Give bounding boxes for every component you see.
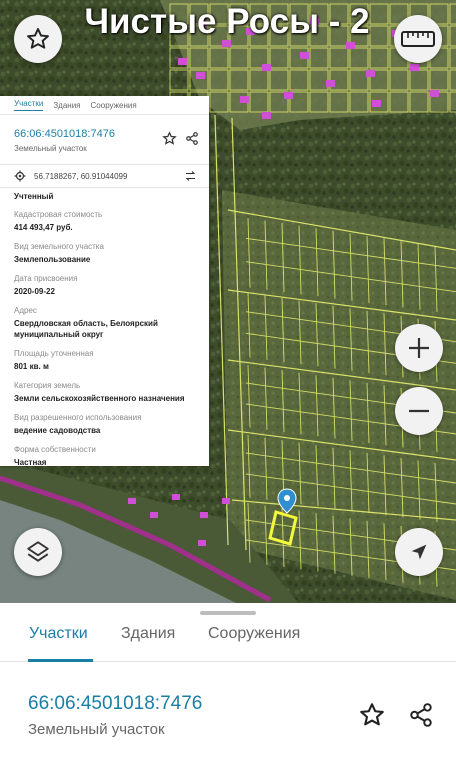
active-tab-indicator [28, 659, 93, 662]
building-marker [150, 512, 158, 518]
minus-icon [409, 409, 429, 413]
locate-button[interactable] [395, 528, 443, 576]
field-value: Землепользование [14, 255, 91, 264]
inset-field: Форма собственности Частная [14, 445, 206, 468]
parcel-type: Земельный участок [28, 721, 165, 738]
field-label: Категория земель [14, 381, 81, 390]
star-outline-icon [27, 28, 49, 49]
field-value: Земли сельскохозяйственного назначения [14, 394, 185, 403]
building-marker [172, 494, 180, 500]
field-label: Дата присвоения [14, 274, 78, 283]
satellite-map[interactable]: Чистые Росы - 2 Участки Здания Сооружени… [0, 0, 456, 605]
inset-tab-buildings[interactable]: Здания [53, 101, 80, 110]
bottom-sheet: Участки Здания Сооружения 66:06:4501018:… [0, 603, 456, 767]
field-value: ведение садоводства [14, 426, 101, 435]
field-label: Форма собственности [14, 445, 96, 454]
tab-parcels[interactable]: Участки [29, 625, 88, 643]
inset-tab-bar: Участки Здания Сооружения [0, 96, 209, 115]
tab-structures[interactable]: Сооружения [208, 625, 300, 643]
field-label: Вид разрешенного использования [14, 413, 142, 422]
swap-icon[interactable] [184, 170, 197, 182]
field-label: Адрес [14, 306, 37, 315]
inset-coordinates-row[interactable]: 56.7188267, 60.91044099 [0, 164, 209, 188]
layers-icon [27, 541, 49, 562]
building-marker [200, 512, 208, 518]
share-icon[interactable] [408, 701, 434, 729]
sheet-drag-handle[interactable] [200, 611, 256, 615]
building-marker [128, 498, 136, 504]
inset-parcel-type: Земельный участок [14, 144, 87, 153]
map-overlay-title: Чистые Росы - 2 [84, 2, 370, 41]
building-marker [196, 72, 205, 79]
field-value: 2020-09-22 [14, 287, 55, 296]
zoom-out-button[interactable] [395, 387, 443, 435]
inset-field: Категория земель Земли сельскохозяйственн… [14, 381, 206, 404]
layers-button[interactable] [14, 528, 62, 576]
inset-field: Дата присвоения 2020-09-22 [14, 274, 206, 297]
navigation-arrow-icon [411, 544, 427, 560]
field-value: Свердловская область, Белоярский муницип… [14, 319, 158, 339]
building-marker [326, 80, 335, 87]
sheet-tab-bar: Участки Здания Сооружения [0, 621, 456, 662]
building-marker [178, 58, 187, 65]
parcel-id: 66:06:4501018:7476 [28, 693, 203, 714]
zoom-in-button[interactable] [395, 324, 443, 372]
building-marker [222, 498, 230, 504]
ruler-button[interactable] [394, 15, 442, 63]
field-label: Кадастровая стоимость [14, 210, 103, 219]
field-label: Площадь уточненная [14, 349, 94, 358]
building-marker [262, 64, 271, 71]
building-marker [430, 90, 439, 97]
building-marker [346, 42, 355, 49]
inset-field: Вид земельного участка Землепользование [14, 242, 206, 265]
crosshair-icon [14, 170, 26, 182]
share-icon[interactable] [185, 131, 199, 146]
field-value: 801 кв. м [14, 362, 49, 371]
building-marker [366, 70, 375, 77]
field-label: Вид земельного участка [14, 242, 104, 251]
ruler-icon [401, 31, 435, 47]
inset-status: Учтенный [14, 192, 54, 201]
inset-fields: Учтенный Кадастровая стоимость 414 493,47… [14, 192, 206, 468]
building-marker [372, 100, 381, 107]
inset-coordinates: 56.7188267, 60.91044099 [34, 171, 128, 181]
building-marker [284, 92, 293, 99]
inset-parcel-id: 66:06:4501018:7476 [14, 128, 115, 140]
inset-field: Площадь уточненная 801 кв. м [14, 349, 206, 372]
star-outline-icon[interactable] [358, 701, 386, 729]
inset-field: Адрес Свердловская область, Белоярский му… [14, 306, 206, 340]
star-outline-icon[interactable] [162, 131, 177, 146]
inset-field: Кадастровая стоимость 414 493,47 руб. [14, 210, 206, 233]
building-marker [240, 96, 249, 103]
tab-buildings[interactable]: Здания [121, 625, 175, 643]
field-value: Частная [14, 458, 47, 467]
building-marker [300, 52, 309, 59]
inset-tab-structures[interactable]: Сооружения [91, 101, 137, 110]
building-marker [198, 540, 206, 546]
inset-field: Вид разрешенного использования ведение са… [14, 413, 206, 436]
inset-info-card: Участки Здания Сооружения 66:06:4501018:… [0, 96, 209, 468]
building-marker [262, 112, 271, 119]
plus-icon [409, 338, 429, 358]
building-marker [410, 64, 419, 71]
favorite-button[interactable] [14, 15, 62, 63]
inset-tab-parcels[interactable]: Участки [14, 99, 44, 111]
field-value: 414 493,47 руб. [14, 223, 73, 232]
